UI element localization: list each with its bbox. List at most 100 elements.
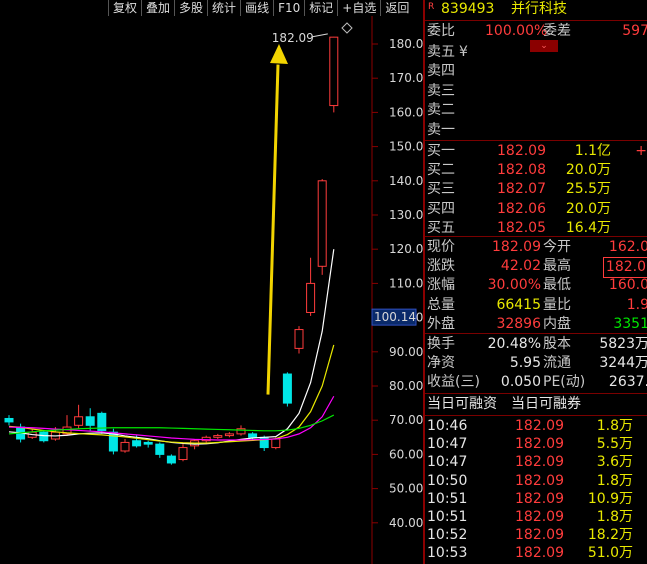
sell-level-label: 卖三 (427, 82, 455, 99)
candle-body (306, 282, 316, 313)
stat-row: 收益(三) 0.050 PE(动) 2637. (425, 373, 647, 392)
toolbar-button[interactable]: 画线 (240, 0, 274, 16)
stat-label: 最低 (543, 277, 571, 294)
buy-price: 182.09 (497, 143, 546, 159)
buy-level-row[interactable]: 买一 182.09 1.1亿 + (425, 142, 647, 161)
tick-volume: 51.0万 (587, 545, 633, 562)
weibi-value: 100.00% (485, 23, 548, 39)
stat-row: 总量 66415 量比 1.9 (425, 296, 647, 315)
diamond-icon (341, 22, 353, 34)
stat-value: 182.09 (492, 239, 541, 255)
sell-level-row[interactable]: 卖四 (425, 62, 647, 81)
buy-level-row[interactable]: 买三 182.07 25.5万 (425, 180, 647, 199)
stock-code: 839493 (441, 1, 495, 17)
buy-level-label: 买五 (427, 219, 455, 236)
moving-average-line (8, 249, 335, 445)
tick-price: 182.09 (515, 490, 564, 507)
toolbar-button[interactable]: 多股 (174, 0, 208, 16)
y-tick-label: 180.0 (389, 37, 423, 51)
sell-level-row[interactable]: 卖二 (425, 101, 647, 120)
buy-level-row[interactable]: 买五 182.05 16.4万 (425, 219, 647, 238)
stat-label: 现价 (427, 239, 455, 255)
candlestick-chart[interactable]: 180.0 170.0 160.0 150.0 140.0 130.0 120.0 110.0… (0, 0, 424, 564)
stat-value: 162.0 (608, 239, 647, 255)
tick-row: 10:50 182.09 1.8万 (425, 472, 647, 490)
buy-level-row[interactable]: 买四 182.06 20.0万 (425, 200, 647, 219)
stat-value: 1.9 (626, 296, 647, 313)
candle-body (132, 440, 142, 447)
stock-title[interactable]: R 839493 并行科技 (425, 0, 647, 19)
stat-label: 内盘 (543, 315, 571, 332)
tick-price: 182.09 (515, 472, 564, 489)
tick-time: 10:51 (427, 490, 468, 507)
candle-body (108, 431, 118, 452)
candle-body (155, 443, 165, 455)
sell-level-label: 卖五 (427, 44, 455, 60)
tick-price: 182.09 (515, 545, 564, 562)
quote-panel: R 839493 并行科技 委比 100.00% 委差 597 ⌄ 当日可融资 … (425, 0, 647, 564)
toolbar-button[interactable]: 统计 (207, 0, 241, 16)
tick-row: 10:47 182.09 5.5万 (425, 435, 647, 453)
candle-body (4, 417, 14, 423)
moving-average-line (8, 414, 335, 435)
stat-value: 182.0 (602, 257, 647, 279)
tick-row: 10:53 182.09 51.0万 (425, 544, 647, 562)
margin-row[interactable]: 当日可融资 当日可融券 (425, 395, 647, 414)
buy-level-row[interactable]: 买二 182.08 20.0万 (425, 161, 647, 180)
candle-body (178, 447, 188, 461)
stat-label: 量比 (543, 296, 571, 313)
currency-icon: ¥ (459, 44, 468, 60)
stat-label: 总量 (427, 296, 455, 313)
candle-body (317, 180, 327, 267)
buy-volume: 16.4万 (565, 219, 611, 236)
sell-level-label: 卖二 (427, 102, 455, 119)
tick-volume: 1.8万 (596, 472, 633, 489)
sell-level-row[interactable]: 卖一 (425, 121, 647, 140)
toolbar-button[interactable]: 复权 (108, 0, 142, 16)
candle-body (213, 435, 223, 438)
stat-value: 5.95 (509, 355, 541, 372)
stat-value: 32896 (496, 315, 541, 332)
margin-financing-label: 当日可融资 (427, 396, 497, 412)
stat-label: 外盘 (427, 315, 455, 332)
tick-time: 10:47 (427, 436, 468, 453)
stat-label: 涨幅 (427, 277, 455, 294)
toolbar-button[interactable]: 叠加 (141, 0, 175, 16)
stat-value: 160.0 (608, 277, 647, 294)
candle-body (74, 416, 84, 426)
stat-value: 20.48% (487, 336, 541, 352)
stat-row: 涨幅 30.00% 最低 160.0 (425, 276, 647, 295)
candle-body (85, 416, 95, 426)
toolbar-button[interactable]: 返回 (380, 0, 414, 16)
tick-volume: 5.5万 (596, 436, 633, 453)
annotation-arrow-head-icon (270, 44, 288, 64)
sell-level-row[interactable]: 卖三 (425, 82, 647, 101)
y-tick-label: 110.0 (389, 276, 423, 290)
stat-value: 0.050 (500, 374, 541, 391)
weibi-row: 委比 100.00% 委差 597 (425, 22, 647, 41)
y-tick-label: 140.0 (389, 174, 423, 188)
stat-row: 换手 20.48% 股本 5823万 (425, 335, 647, 354)
weibi-label: 委比 (427, 23, 455, 39)
buy-price: 182.06 (497, 200, 546, 217)
buy-level-label: 买四 (427, 200, 455, 217)
stat-label: 今开 (543, 239, 571, 255)
tick-row: 10:46 182.09 1.8万 (425, 417, 647, 435)
buy-price: 182.08 (497, 162, 546, 179)
sell-level-row[interactable]: 卖五 ¥ (425, 43, 647, 62)
stat-label: 涨跌 (427, 258, 455, 275)
margin-lending-label: 当日可融券 (511, 396, 581, 412)
tick-row: 10:52 182.09 18.2万 (425, 526, 647, 544)
tick-volume: 3.6万 (596, 454, 633, 471)
toolbar-button[interactable]: 标记 (304, 0, 338, 16)
tick-price: 182.09 (515, 454, 564, 471)
tick-price: 182.09 (515, 418, 564, 434)
current-price-label: 100.14 (374, 310, 416, 324)
candle-body (282, 373, 292, 404)
toolbar-button[interactable]: F10 (273, 0, 305, 16)
candle-body (271, 438, 281, 449)
toolbar-button[interactable]: +自选 (337, 0, 381, 16)
candle-body (39, 431, 49, 442)
stat-value: 3351 (613, 315, 647, 332)
buy-volume: 20.0万 (565, 200, 611, 217)
